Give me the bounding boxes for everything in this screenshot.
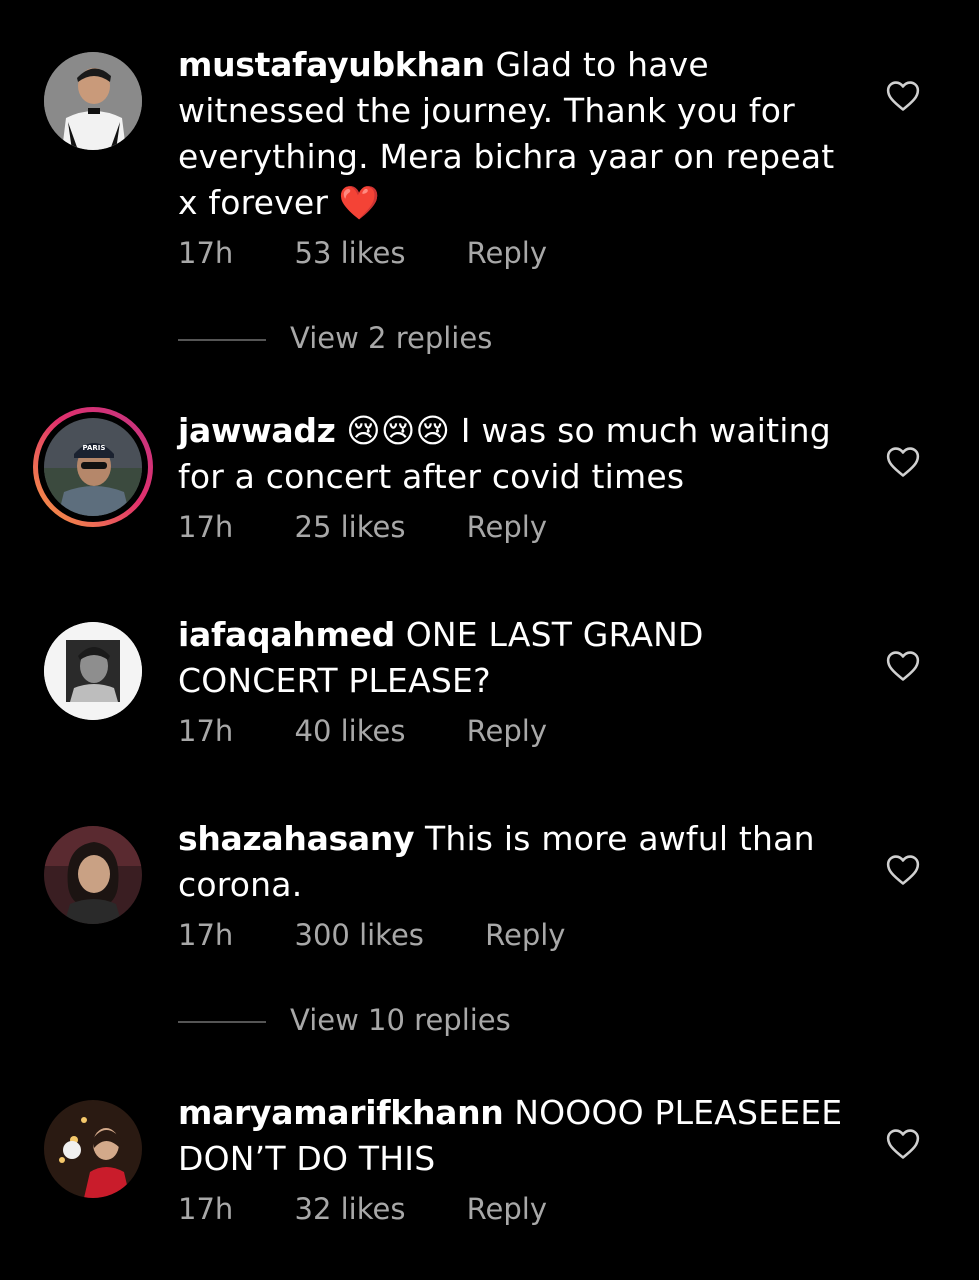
heart-icon[interactable] — [886, 1128, 920, 1160]
avatar-badge-text: PARIS — [83, 444, 106, 452]
avatar[interactable] — [44, 826, 142, 924]
comment-likes[interactable]: 40 likes — [295, 714, 406, 748]
divider — [178, 339, 266, 341]
reply-button[interactable]: Reply — [467, 714, 547, 748]
comment-body: mustafayubkhan Glad to have witnessed th… — [178, 42, 858, 226]
reply-button[interactable]: Reply — [467, 236, 547, 270]
heart-icon[interactable] — [886, 80, 920, 112]
heart-icon[interactable] — [886, 650, 920, 682]
comment-time: 17h — [178, 1192, 234, 1226]
avatar[interactable] — [44, 52, 142, 150]
comment-username[interactable]: shazahasany — [178, 819, 415, 858]
crying-emoji: 😢😢😢 — [346, 411, 451, 450]
comment-username[interactable]: mustafayubkhan — [178, 45, 485, 84]
heart-emoji: ❤️ — [338, 183, 381, 222]
comment-time: 17h — [178, 236, 234, 270]
comment-username[interactable]: jawwadz — [178, 411, 336, 450]
divider — [178, 1021, 266, 1023]
comment-body: maryamarifkhann NOOOO PLEASEEEE DON’T DO… — [178, 1090, 858, 1182]
comment-likes[interactable]: 53 likes — [295, 236, 406, 270]
comment-time: 17h — [178, 510, 234, 544]
comment-body: shazahasany This is more awful than coro… — [178, 816, 858, 908]
reply-button[interactable]: Reply — [467, 510, 547, 544]
comment-meta: 17h 32 likes Reply — [178, 1192, 547, 1226]
comment-meta: 17h 25 likes Reply — [178, 510, 547, 544]
comment-meta: 17h 40 likes Reply — [178, 714, 547, 748]
view-replies-button[interactable]: View 2 replies — [178, 321, 492, 361]
comment-likes[interactable]: 25 likes — [295, 510, 406, 544]
view-replies-label: View 2 replies — [290, 321, 493, 355]
comment-meta: 17h 53 likes Reply — [178, 236, 547, 270]
reply-button[interactable]: Reply — [485, 918, 565, 952]
avatar[interactable] — [44, 622, 142, 720]
comment-body: iafaqahmed ONE LAST GRAND CONCERT PLEASE… — [178, 612, 858, 704]
comment-time: 17h — [178, 714, 234, 748]
comment-username[interactable]: iafaqahmed — [178, 615, 395, 654]
view-replies-label: View 10 replies — [290, 1003, 511, 1037]
comment-likes[interactable]: 32 likes — [295, 1192, 406, 1226]
avatar[interactable] — [44, 1100, 142, 1198]
comment-username[interactable]: maryamarifkhann — [178, 1093, 504, 1132]
reply-button[interactable]: Reply — [467, 1192, 547, 1226]
view-replies-button[interactable]: View 10 replies — [178, 1003, 511, 1043]
comment-time: 17h — [178, 918, 234, 952]
heart-icon[interactable] — [886, 446, 920, 478]
comment-body: jawwadz 😢😢😢 I was so much waiting for a … — [178, 408, 858, 500]
story-avatar[interactable]: PARIS — [33, 407, 153, 527]
heart-icon[interactable] — [886, 854, 920, 886]
comment-meta: 17h 300 likes Reply — [178, 918, 565, 952]
comment-likes[interactable]: 300 likes — [295, 918, 424, 952]
